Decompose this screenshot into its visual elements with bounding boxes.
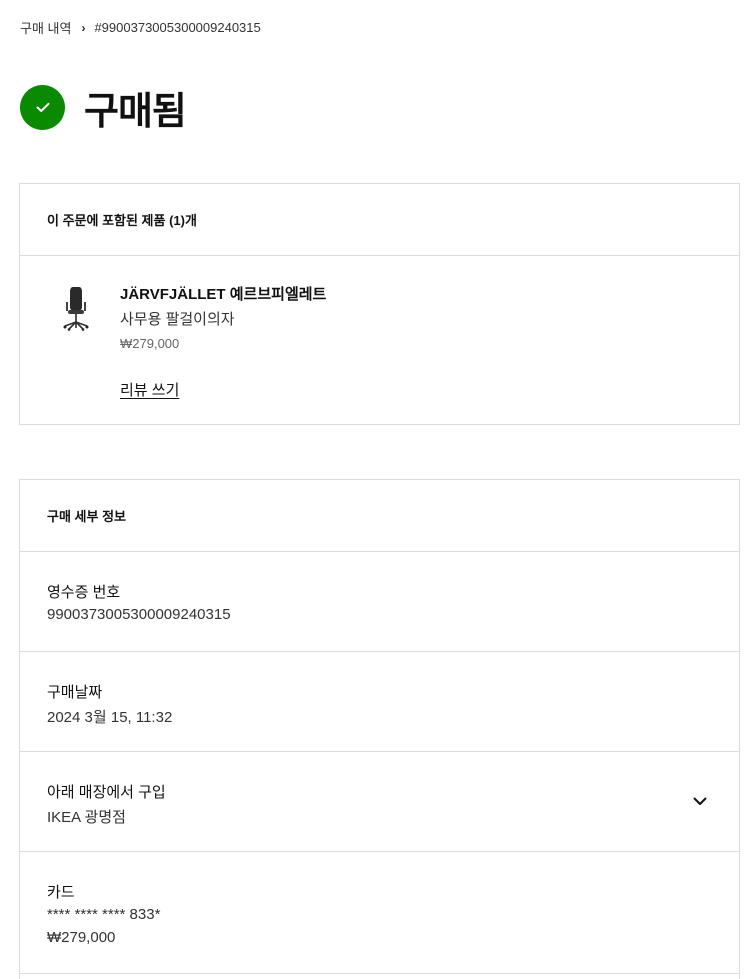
- product-description: 사무용 팔걸이의자: [120, 311, 235, 328]
- details-header: 구매 세부 정보: [20, 480, 739, 552]
- receipt-number-row: 영수증 번호 9900373005300009240315: [20, 552, 739, 652]
- receipt-number-label: 영수증 번호: [47, 584, 121, 601]
- breadcrumb-current-order: #99003730053000092403​15: [94, 20, 261, 35]
- write-review-link[interactable]: 리뷰 쓰기: [120, 379, 179, 400]
- chevron-right-icon: ›: [81, 20, 86, 35]
- product-item: JÄRVFJÄLLET 예르브피엘레트 사무용 팔걸이의자 ₩279,000 리…: [20, 256, 739, 424]
- order-status: 구매됨: [20, 80, 187, 135]
- product-price: ₩279,000: [120, 336, 180, 351]
- office-chair-icon: [60, 285, 92, 331]
- page-title: 구매됨: [84, 91, 187, 133]
- chevron-down-icon[interactable]: [691, 792, 709, 810]
- check-circle-icon: [20, 85, 65, 130]
- card-payment-row: 카드 **** **** **** 833* ₩279,000: [20, 852, 739, 974]
- purchase-date-value: 2024 3월 15, 11:32: [47, 709, 173, 726]
- card-amount: ₩279,000: [47, 929, 116, 946]
- breadcrumb-purchase-history-link[interactable]: 구매 내역: [20, 18, 71, 37]
- store-value: IKEA 광명점: [47, 809, 126, 826]
- purchase-date-label: 구매날짜: [47, 684, 103, 701]
- store-row[interactable]: 아래 매장에서 구입 IKEA 광명점: [20, 752, 739, 852]
- breadcrumb: 구매 내역 › #99003730053000092403​15: [20, 18, 261, 37]
- product-name: JÄRVFJÄLLET 예르브피엘레트: [120, 286, 327, 303]
- purchase-details-card: 구매 세부 정보 영수증 번호 9900373005300009240315 구…: [19, 479, 740, 979]
- receipt-number-value: 9900373005300009240315: [47, 606, 231, 623]
- card-number: **** **** **** 833*: [47, 906, 161, 923]
- purchase-date-row: 구매날짜 2024 3월 15, 11:32: [20, 652, 739, 752]
- products-header: 이 주문에 포함된 제품 (1)개: [20, 184, 739, 256]
- card-label: 카드: [47, 884, 75, 901]
- store-label: 아래 매장에서 구입: [47, 784, 166, 801]
- order-products-card: 이 주문에 포함된 제품 (1)개 JÄRVFJÄLLET 예르브피엘레트 사무…: [19, 183, 740, 425]
